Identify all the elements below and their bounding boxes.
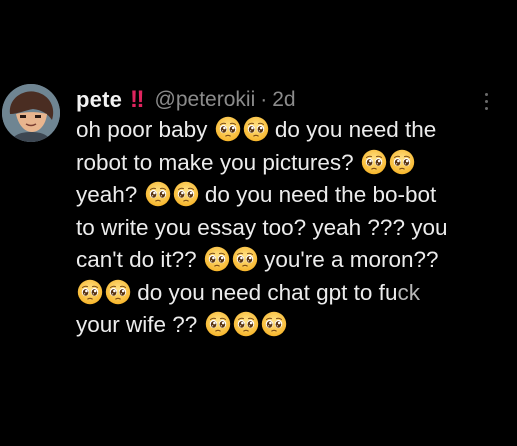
pleading-face-emoji bbox=[389, 149, 415, 175]
pleading-face-emoji bbox=[361, 149, 387, 175]
avatar-image bbox=[2, 84, 60, 142]
tweet-line: do you need chat gpt to fuck bbox=[76, 277, 508, 310]
tweet-line: oh poor baby do you need the bbox=[76, 116, 437, 142]
tweet-text: oh poor baby do you need the robot to ma… bbox=[76, 114, 508, 342]
pleading-face-emoji bbox=[243, 116, 269, 142]
pleading-face-emoji bbox=[77, 279, 103, 305]
tweet-header: pete ‼ @peterokii · 2d bbox=[76, 86, 296, 114]
tweet-line: yeah? do you need the bo-bot bbox=[76, 181, 437, 207]
pleading-face-emoji bbox=[233, 311, 259, 337]
pleading-face-emoji bbox=[232, 246, 258, 272]
pleading-face-emoji bbox=[215, 116, 241, 142]
double-exclamation-icon: ‼ bbox=[130, 86, 145, 113]
timestamp[interactable]: 2d bbox=[272, 88, 295, 112]
pleading-face-emoji bbox=[105, 279, 131, 305]
pleading-face-emoji bbox=[173, 181, 199, 207]
separator-dot: · bbox=[260, 88, 268, 111]
more-options-button[interactable] bbox=[476, 88, 496, 114]
display-name[interactable]: pete bbox=[76, 87, 122, 113]
tweet-line: to write you essay too? yeah ??? you bbox=[76, 214, 448, 240]
tweet-card[interactable]: pete ‼ @peterokii · 2d oh poor baby do y… bbox=[0, 0, 517, 446]
username-handle[interactable]: @peterokii bbox=[155, 88, 256, 112]
avatar[interactable] bbox=[2, 84, 60, 142]
tweet-line: robot to make you pictures? bbox=[76, 147, 508, 180]
tweet-line: your wife ?? bbox=[76, 309, 508, 342]
pleading-face-emoji bbox=[204, 246, 230, 272]
more-vertical-icon bbox=[484, 92, 488, 96]
pleading-face-emoji bbox=[145, 181, 171, 207]
tweet-line: can't do it?? you're a moron?? bbox=[76, 246, 439, 272]
pleading-face-emoji bbox=[261, 311, 287, 337]
pleading-face-emoji bbox=[205, 311, 231, 337]
